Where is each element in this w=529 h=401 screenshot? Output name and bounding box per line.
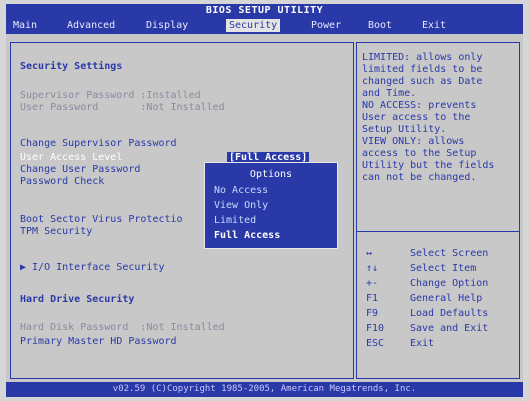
- help-line: NO ACCESS: prevents: [362, 100, 477, 111]
- tab-power[interactable]: Power: [308, 19, 344, 32]
- primary-master-hd-password-item[interactable]: Primary Master HD Password: [20, 336, 177, 348]
- options-popup-title: Options: [249, 169, 293, 180]
- key-select-screen: ↔: [366, 248, 373, 259]
- password-check-item[interactable]: Password Check: [20, 176, 104, 188]
- tab-display[interactable]: Display: [143, 19, 191, 32]
- key-exit-desc: Exit: [410, 338, 435, 349]
- key-select-item-desc: Select Item: [410, 263, 477, 274]
- help-line: User access to the: [362, 112, 471, 123]
- key-general-help-desc: General Help: [410, 293, 483, 304]
- key-load-defaults-desc: Load Defaults: [410, 308, 489, 319]
- key-change-option: +-: [366, 278, 379, 289]
- help-line: changed such as Date: [362, 76, 483, 87]
- help-line: limited fields to be: [362, 64, 483, 75]
- key-exit: ESC: [366, 338, 385, 349]
- help-line: LIMITED: allows only: [362, 52, 483, 63]
- help-line: access to the Setup: [362, 148, 477, 159]
- key-select-item: ↑↓: [366, 263, 379, 274]
- key-load-defaults: F9: [366, 308, 379, 319]
- supervisor-password-status: Supervisor Password :Installed: [20, 90, 201, 101]
- key-save-exit-desc: Save and Exit: [410, 323, 489, 334]
- tab-security[interactable]: Security: [226, 19, 281, 32]
- tab-exit[interactable]: Exit: [419, 19, 449, 32]
- bios-screen: BIOS SETUP UTILITY Main Advanced Display…: [6, 4, 523, 397]
- key-save-exit: F10: [366, 323, 385, 334]
- help-line: can not be changed.: [362, 172, 477, 183]
- tab-main[interactable]: Main: [10, 19, 40, 32]
- key-change-option-desc: Change Option: [410, 278, 489, 289]
- option-no-access[interactable]: No Access: [214, 185, 268, 197]
- option-limited[interactable]: Limited: [214, 215, 256, 227]
- menu-bar: Main Advanced Display Security Power Boo…: [6, 17, 523, 34]
- hard-disk-password-status: Hard Disk Password :Not Installed: [20, 322, 225, 333]
- help-line: VIEW ONLY: allows: [362, 136, 465, 147]
- help-divider: [356, 231, 520, 232]
- help-line: Setup Utility.: [362, 124, 447, 135]
- options-popup: Options No Access View Only Limited Full…: [204, 162, 338, 249]
- section-title-security: Security Settings: [20, 61, 123, 72]
- copyright-footer: v02.59 (C)Copyright 1985-2005, American …: [6, 382, 523, 397]
- window-title: BIOS SETUP UTILITY: [6, 4, 523, 17]
- section-title-hard-drive: Hard Drive Security: [20, 294, 135, 305]
- help-line: Utility but the fields: [362, 160, 495, 171]
- tpm-security-item[interactable]: TPM Security: [20, 226, 92, 238]
- io-interface-security-item[interactable]: ▶ I/O Interface Security: [20, 262, 165, 274]
- boot-sector-virus-protection-item[interactable]: Boot Sector Virus Protectio: [20, 214, 183, 226]
- user-access-level-item[interactable]: User Access Level: [20, 152, 122, 164]
- option-view-only[interactable]: View Only: [214, 200, 268, 212]
- change-user-password-item[interactable]: Change User Password: [20, 164, 140, 176]
- help-line: and Time.: [362, 88, 417, 99]
- key-general-help: F1: [366, 293, 379, 304]
- tab-advanced[interactable]: Advanced: [64, 19, 118, 32]
- tab-boot[interactable]: Boot: [365, 19, 395, 32]
- option-full-access[interactable]: Full Access: [214, 230, 280, 242]
- change-supervisor-password-item[interactable]: Change Supervisor Password: [20, 138, 177, 150]
- key-select-screen-desc: Select Screen: [410, 248, 489, 259]
- user-password-status: User Password :Not Installed: [20, 102, 225, 113]
